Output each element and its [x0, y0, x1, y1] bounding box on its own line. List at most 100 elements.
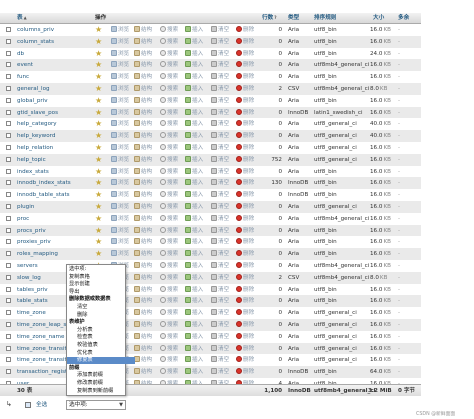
- action-browse[interactable]: 浏览: [111, 73, 129, 81]
- action-structure[interactable]: 结构: [134, 273, 152, 282]
- action-drop[interactable]: 删除: [236, 368, 254, 376]
- action-search[interactable]: 搜索: [160, 297, 178, 305]
- action-structure[interactable]: 结构: [134, 332, 152, 341]
- dropdown-option[interactable]: 修改表前缀: [67, 380, 135, 387]
- action-drop[interactable]: 删除: [236, 85, 254, 93]
- action-browse[interactable]: 浏览: [111, 250, 129, 258]
- table-size[interactable]: 16.0KB: [370, 297, 391, 305]
- header-overhead[interactable]: 多余: [398, 14, 409, 22]
- action-search[interactable]: 搜索: [160, 85, 178, 93]
- header-collation[interactable]: 排序规则: [314, 14, 336, 22]
- action-insert[interactable]: 插入: [185, 120, 203, 128]
- dropdown-option[interactable]: 添加表前缀: [67, 372, 135, 379]
- row-checkbox[interactable]: [6, 121, 11, 127]
- favorite-star-icon[interactable]: ★: [95, 108, 102, 117]
- action-empty[interactable]: 清空: [211, 191, 229, 199]
- table-name-link[interactable]: db: [17, 50, 81, 58]
- action-insert[interactable]: 插入: [185, 262, 203, 270]
- action-drop[interactable]: 删除: [236, 309, 254, 317]
- table-size[interactable]: 16.0KB: [370, 168, 391, 176]
- action-structure[interactable]: 结构: [134, 262, 152, 270]
- action-structure[interactable]: 结构: [134, 108, 152, 117]
- row-checkbox[interactable]: [6, 298, 11, 304]
- row-checkbox[interactable]: [6, 227, 11, 233]
- action-search[interactable]: 搜索: [160, 26, 178, 34]
- table-name-link[interactable]: column_stats: [17, 38, 81, 46]
- row-checkbox[interactable]: [6, 156, 11, 162]
- action-insert[interactable]: 插入: [185, 73, 203, 81]
- action-drop[interactable]: 删除: [236, 273, 254, 282]
- action-structure[interactable]: 结构: [134, 61, 152, 69]
- favorite-star-icon[interactable]: ★: [95, 131, 102, 140]
- action-insert[interactable]: 插入: [185, 321, 203, 329]
- action-search[interactable]: 搜索: [160, 309, 178, 317]
- favorite-star-icon[interactable]: ★: [95, 214, 102, 223]
- action-drop[interactable]: 删除: [236, 226, 254, 235]
- with-selected-select[interactable]: 选中项: ▼: [66, 400, 126, 410]
- table-size[interactable]: 16.0KB: [370, 356, 391, 364]
- row-checkbox[interactable]: [6, 180, 11, 186]
- header-size[interactable]: 大小: [373, 14, 384, 22]
- action-drop[interactable]: 删除: [236, 238, 254, 246]
- row-checkbox[interactable]: [6, 251, 11, 257]
- action-structure[interactable]: 结构: [134, 144, 152, 152]
- action-drop[interactable]: 删除: [236, 344, 254, 353]
- action-insert[interactable]: 插入: [185, 368, 203, 376]
- action-browse[interactable]: 浏览: [111, 226, 129, 235]
- action-empty[interactable]: 清空: [211, 85, 229, 93]
- action-drop[interactable]: 删除: [236, 191, 254, 199]
- action-drop[interactable]: 删除: [236, 120, 254, 128]
- action-browse[interactable]: 浏览: [111, 96, 129, 105]
- table-name-link[interactable]: columns_priv: [17, 26, 81, 34]
- action-drop[interactable]: 删除: [236, 96, 254, 105]
- action-empty[interactable]: 清空: [211, 26, 229, 34]
- dropdown-option[interactable]: 清空: [67, 304, 135, 311]
- action-drop[interactable]: 删除: [236, 108, 254, 117]
- table-size[interactable]: 40.0KB: [370, 132, 391, 140]
- favorite-star-icon[interactable]: ★: [95, 60, 102, 69]
- row-checkbox[interactable]: [6, 333, 11, 339]
- row-checkbox[interactable]: [6, 38, 11, 44]
- favorite-star-icon[interactable]: ★: [95, 202, 102, 211]
- favorite-star-icon[interactable]: ★: [95, 249, 102, 258]
- action-browse[interactable]: 浏览: [111, 191, 129, 199]
- action-empty[interactable]: 清空: [211, 368, 229, 376]
- table-size[interactable]: 16.0KB: [370, 215, 391, 223]
- action-insert[interactable]: 插入: [185, 285, 203, 294]
- row-checkbox[interactable]: [6, 369, 11, 375]
- action-empty[interactable]: 清空: [211, 96, 229, 105]
- action-search[interactable]: 搜索: [160, 321, 178, 329]
- header-table[interactable]: 表▲: [17, 14, 27, 22]
- table-size[interactable]: 16.0KB: [370, 38, 391, 46]
- table-size[interactable]: 16.0KB: [370, 238, 391, 246]
- action-structure[interactable]: 结构: [134, 120, 152, 128]
- action-insert[interactable]: 插入: [185, 132, 203, 140]
- row-checkbox[interactable]: [6, 168, 11, 174]
- action-structure[interactable]: 结构: [134, 96, 152, 105]
- action-search[interactable]: 搜索: [160, 356, 178, 364]
- action-insert[interactable]: 插入: [185, 250, 203, 258]
- action-structure[interactable]: 结构: [134, 49, 152, 58]
- action-insert[interactable]: 插入: [185, 238, 203, 246]
- action-insert[interactable]: 插入: [185, 155, 203, 164]
- favorite-star-icon[interactable]: ★: [95, 84, 102, 93]
- action-browse[interactable]: 浏览: [111, 167, 129, 176]
- action-structure[interactable]: 结构: [134, 285, 152, 294]
- action-drop[interactable]: 删除: [236, 203, 254, 211]
- action-insert[interactable]: 插入: [185, 214, 203, 223]
- action-drop[interactable]: 删除: [236, 332, 254, 341]
- table-size[interactable]: 16.0KB: [370, 144, 391, 152]
- action-search[interactable]: 搜索: [160, 262, 178, 270]
- action-structure[interactable]: 结构: [134, 214, 152, 223]
- row-checkbox[interactable]: [6, 50, 11, 56]
- action-structure[interactable]: 结构: [134, 132, 152, 140]
- table-size[interactable]: 16.0KB: [370, 203, 391, 211]
- action-structure[interactable]: 结构: [134, 191, 152, 199]
- action-structure[interactable]: 结构: [134, 344, 152, 353]
- action-empty[interactable]: 清空: [211, 214, 229, 223]
- table-name-link[interactable]: proxies_priv: [17, 238, 81, 246]
- action-browse[interactable]: 浏览: [111, 49, 129, 58]
- action-structure[interactable]: 结构: [134, 368, 152, 376]
- action-structure[interactable]: 结构: [134, 155, 152, 164]
- action-drop[interactable]: 删除: [236, 321, 254, 329]
